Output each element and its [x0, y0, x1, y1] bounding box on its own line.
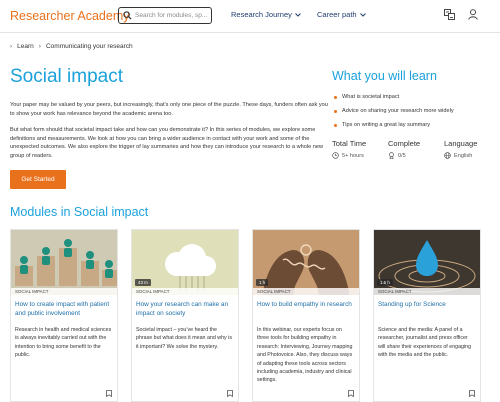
- globe-icon: [444, 152, 451, 159]
- breadcrumb: › Learn › Communicating your research: [10, 43, 133, 50]
- card-title[interactable]: How your research can make an impact on …: [136, 300, 234, 320]
- bullet-icon: [334, 95, 337, 99]
- stat-label: Total Time: [332, 139, 367, 148]
- nav-research-journey[interactable]: Research Journey: [231, 10, 301, 19]
- learn-item: Advice on sharing your research more wid…: [334, 104, 454, 118]
- nav-career-path[interactable]: Career path: [317, 10, 366, 19]
- module-card[interactable]: SOCIAL IMPACT How to create impact with …: [10, 229, 118, 402]
- stat-total-time: Total Time 5+ hours: [332, 139, 388, 159]
- breadcrumb-learn[interactable]: Learn: [17, 43, 34, 50]
- module-cards: SOCIAL IMPACT How to create impact with …: [10, 229, 490, 402]
- module-card[interactable]: 1 h SOCIAL IMPACT How to build empathy i…: [252, 229, 360, 402]
- chevron-down-icon: [295, 12, 301, 17]
- card-description: Societal impact – you’ve heard the phras…: [136, 327, 232, 350]
- stat-complete: Complete 0/5: [388, 139, 444, 159]
- card-title[interactable]: Standing up for Science: [378, 300, 476, 320]
- learn-heading: What you will learn: [332, 69, 437, 83]
- card-description: In this webinar, our experts focus on th…: [257, 327, 353, 384]
- page-title: Social impact: [10, 66, 123, 87]
- card-thumbnail: 43 m SOCIAL IMPACT: [132, 230, 238, 295]
- bookmark-icon[interactable]: [106, 390, 112, 397]
- search-icon: [123, 11, 132, 20]
- bullet-icon: [334, 123, 337, 127]
- medal-icon: [389, 152, 394, 159]
- clock-icon: [332, 152, 339, 159]
- card-tag: SOCIAL IMPACT: [11, 288, 117, 295]
- module-card[interactable]: 1.5 h SOCIAL IMPACT Standing up for Scie…: [373, 229, 481, 402]
- top-header: Researcher Academy Research Journey Care…: [0, 0, 500, 33]
- duration-badge: 43 m: [135, 279, 151, 286]
- stat-value-text: 0/5: [398, 152, 406, 159]
- breadcrumb-current: Communicating your research: [45, 43, 133, 50]
- learn-list: What is societal impact Advice on sharin…: [334, 90, 454, 132]
- intro-paragraph-1: Your paper may be valued by your peers, …: [10, 102, 328, 117]
- card-thumbnail: 1 h SOCIAL IMPACT: [253, 230, 359, 295]
- stat-label: Complete: [388, 139, 421, 148]
- nav-label: Research Journey: [231, 10, 292, 19]
- learn-item-label: Tips on writing a great lay summary: [342, 122, 431, 128]
- bookmark-icon[interactable]: [227, 390, 233, 397]
- card-title[interactable]: How to create impact with patient and pu…: [15, 300, 113, 320]
- stat-label: Language: [444, 139, 478, 148]
- card-thumbnail: 1.5 h SOCIAL IMPACT: [374, 230, 480, 295]
- search-input[interactable]: [135, 12, 211, 19]
- duration-badge: 1.5 h: [377, 279, 393, 286]
- learn-item: What is societal impact: [334, 90, 454, 104]
- bullet-icon: [334, 109, 337, 113]
- nav-label: Career path: [317, 10, 357, 19]
- bookmark-icon[interactable]: [348, 390, 354, 397]
- intro-paragraph-2: But what form should that societal impac…: [10, 127, 324, 159]
- brand-logo[interactable]: Researcher Academy: [10, 9, 130, 23]
- translate-icon[interactable]: [444, 9, 455, 20]
- card-tag: SOCIAL IMPACT: [374, 288, 480, 295]
- search-box[interactable]: [118, 7, 212, 24]
- stat-value-text: 5+ hours: [342, 152, 364, 159]
- card-description: Science and the media: A panel of a rese…: [378, 327, 472, 359]
- duration-badge: 1 h: [256, 279, 269, 286]
- chevron-right-icon: ›: [38, 43, 41, 50]
- course-stats: Total Time 5+ hours Complete 0/5 Languag…: [332, 139, 500, 159]
- learn-item-label: What is societal impact: [342, 94, 400, 100]
- card-tag: SOCIAL IMPACT: [253, 288, 359, 295]
- card-title[interactable]: How to build empathy in research: [257, 300, 355, 320]
- stat-value: English: [444, 152, 500, 159]
- stat-value: 5+ hours: [332, 152, 388, 159]
- modules-heading: Modules in Social impact: [10, 205, 149, 219]
- chevron-down-icon: [359, 12, 366, 17]
- card-description: Research in health and medical sciences …: [15, 327, 112, 359]
- card-thumbnail: SOCIAL IMPACT: [11, 230, 117, 295]
- stat-value: 0/5: [388, 152, 444, 159]
- learn-item-label: Advice on sharing your research more wid…: [342, 108, 454, 114]
- empathy-illustration: [253, 230, 359, 295]
- user-icon[interactable]: [468, 9, 478, 20]
- stat-value-text: English: [454, 152, 473, 159]
- bookmark-icon[interactable]: [469, 390, 475, 397]
- card-tag: SOCIAL IMPACT: [132, 288, 238, 295]
- get-started-button[interactable]: Get Started: [10, 170, 66, 189]
- module-card[interactable]: 43 m SOCIAL IMPACT How your research can…: [131, 229, 239, 402]
- chevron-right-icon: ›: [10, 43, 13, 50]
- bar-chart-illustration: [11, 230, 117, 295]
- learn-item: Tips on writing a great lay summary: [334, 118, 454, 132]
- stat-language: Language English: [444, 139, 500, 159]
